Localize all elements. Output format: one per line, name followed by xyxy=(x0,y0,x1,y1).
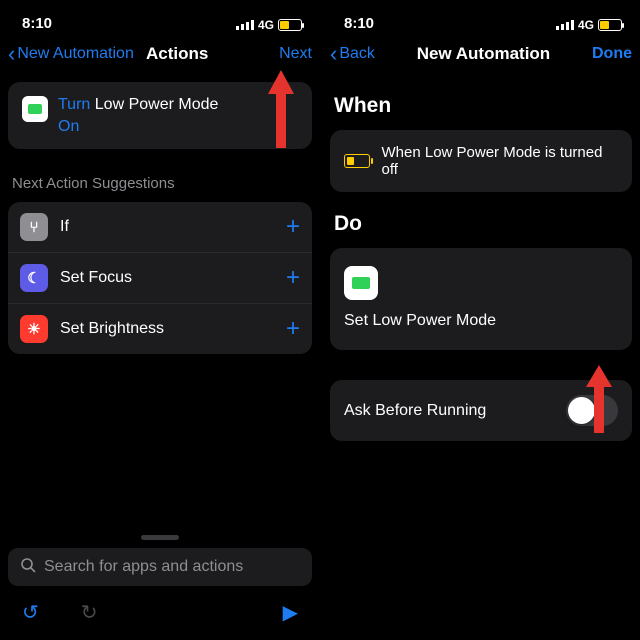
ask-label: Ask Before Running xyxy=(344,402,486,420)
if-icon: ⑂ xyxy=(20,213,48,241)
low-power-mode-icon xyxy=(22,96,48,122)
status-right: 4G xyxy=(236,18,302,32)
status-bar: 8:10 4G xyxy=(8,0,312,34)
when-header: When xyxy=(334,94,628,118)
when-text: When Low Power Mode is turned off xyxy=(382,144,619,178)
network-label: 4G xyxy=(578,18,594,32)
toolbar: ↺ ↻ ▶ xyxy=(8,590,312,634)
suggestion-set-brightness[interactable]: ☀ Set Brightness + xyxy=(8,303,312,354)
status-right: 4G xyxy=(556,18,622,32)
chevron-left-icon: ‹ xyxy=(330,43,337,65)
suggestion-label: Set Focus xyxy=(60,269,286,287)
bottom-sheet: Search for apps and actions ↺ ↻ ▶ xyxy=(0,531,320,640)
next-button[interactable]: Next xyxy=(279,45,312,63)
action-text: Turn Low Power Mode On xyxy=(58,94,218,137)
suggestions-header: Next Action Suggestions xyxy=(12,175,310,192)
battery-icon xyxy=(278,19,302,31)
signal-icon xyxy=(236,20,254,30)
suggestion-set-focus[interactable]: ☾ Set Focus + xyxy=(8,252,312,303)
status-time: 8:10 xyxy=(344,15,374,32)
nav-title: New Automation xyxy=(417,44,550,64)
action-object: Low Power Mode xyxy=(95,96,219,113)
screen-summary: 8:10 4G ‹ Back New Automation Done When … xyxy=(320,0,640,640)
nav-bar: ‹ New Automation Actions Next xyxy=(8,34,312,74)
ask-before-running-row: Ask Before Running xyxy=(330,380,632,441)
screen-actions: 8:10 4G ‹ New Automation Actions Next Tu… xyxy=(0,0,320,640)
add-icon[interactable]: + xyxy=(286,264,300,292)
search-placeholder: Search for apps and actions xyxy=(44,558,243,576)
back-button[interactable]: ‹ Back xyxy=(330,43,375,65)
play-button[interactable]: ▶ xyxy=(283,600,298,625)
do-action-label: Set Low Power Mode xyxy=(344,312,618,330)
when-condition[interactable]: When Low Power Mode is turned off xyxy=(330,130,632,192)
status-time: 8:10 xyxy=(22,15,52,32)
nav-title: Actions xyxy=(146,44,208,64)
nav-bar: ‹ Back New Automation Done xyxy=(330,34,632,74)
search-icon xyxy=(20,557,36,578)
low-power-mode-icon xyxy=(344,266,378,300)
battery-icon xyxy=(598,19,622,31)
ask-toggle[interactable] xyxy=(566,395,618,426)
status-bar: 8:10 4G xyxy=(330,0,632,34)
chevron-left-icon: ‹ xyxy=(8,43,15,65)
undo-icon[interactable]: ↺ xyxy=(22,600,39,625)
add-icon[interactable]: + xyxy=(286,315,300,343)
done-button[interactable]: Done xyxy=(592,45,632,63)
suggestion-if[interactable]: ⑂ If + xyxy=(8,202,312,252)
brightness-icon: ☀ xyxy=(20,315,48,343)
redo-icon: ↻ xyxy=(81,600,98,625)
network-label: 4G xyxy=(258,18,274,32)
suggestion-label: If xyxy=(60,218,286,236)
suggestions-list: ⑂ If + ☾ Set Focus + ☀ Set Brightness + xyxy=(8,202,312,354)
back-button[interactable]: ‹ New Automation xyxy=(8,43,134,65)
back-label: Back xyxy=(339,45,375,63)
suggestion-label: Set Brightness xyxy=(60,320,286,338)
focus-icon: ☾ xyxy=(20,264,48,292)
back-label: New Automation xyxy=(17,45,134,63)
primary-action-card[interactable]: Turn Low Power Mode On xyxy=(8,82,312,149)
action-verb: Turn xyxy=(58,96,90,113)
do-header: Do xyxy=(334,212,628,236)
drag-handle[interactable] xyxy=(141,535,179,540)
battery-low-icon xyxy=(344,154,370,168)
action-state: On xyxy=(58,118,79,135)
signal-icon xyxy=(556,20,574,30)
search-input[interactable]: Search for apps and actions xyxy=(8,548,312,586)
do-action-card[interactable]: Set Low Power Mode xyxy=(330,248,632,350)
add-icon[interactable]: + xyxy=(286,213,300,241)
